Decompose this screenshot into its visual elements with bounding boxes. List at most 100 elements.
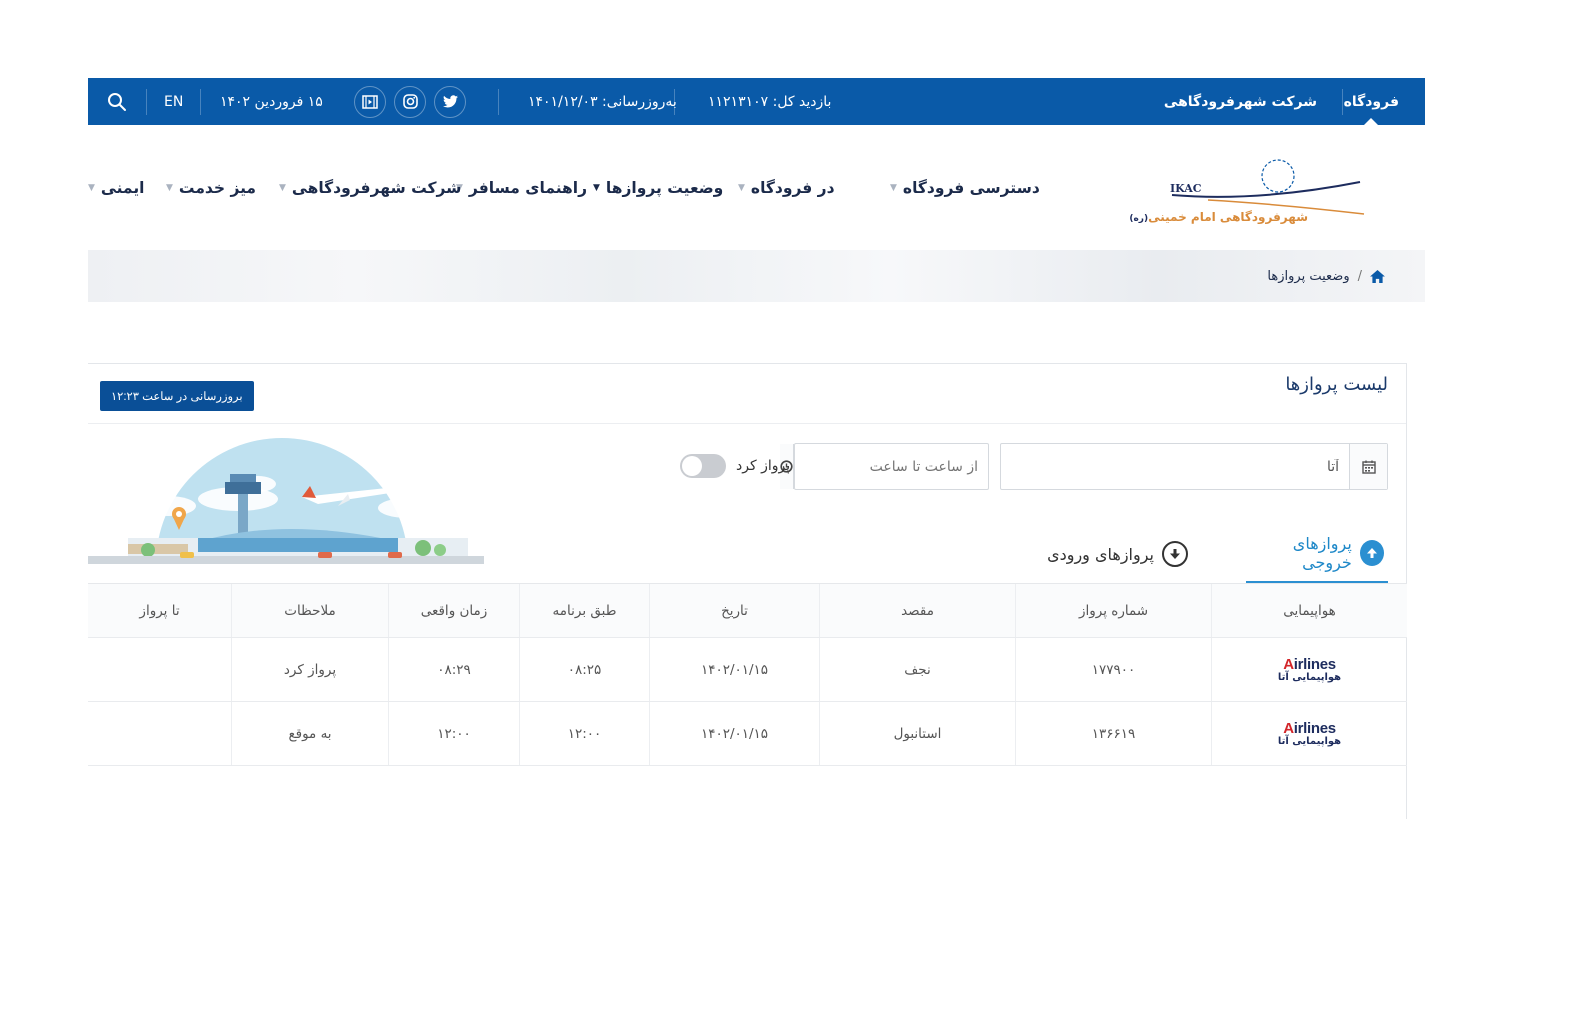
top-bar: EN ۱۵ فروردین ۱۴۰۲ به‌روزرسانی: ۱۴۰۱/۱: [88, 78, 1425, 125]
breadcrumb-current: وضعیت پروازها: [1267, 268, 1350, 284]
column-header-flight-number: شماره پرواز: [1015, 584, 1211, 637]
until-flight-cell: [88, 638, 231, 701]
breadcrumb-separator: /: [1357, 268, 1362, 284]
remarks-cell: به موقع: [231, 702, 388, 765]
visit-counter: بازدید کل: ۱۱۲۱۳۱۰۷: [708, 93, 832, 110]
flights-table: هواپیمایی شماره پرواز مقصد تاریخ طبق برن…: [88, 583, 1407, 766]
nav-label: ایمنی: [100, 179, 145, 197]
tab-departures[interactable]: پروازهای خروجی: [1246, 524, 1388, 584]
departed-toggle[interactable]: [680, 454, 726, 478]
logo-abbr: IKAC: [1170, 182, 1202, 195]
nav-airport-access[interactable]: ▼ دسترسی فرودگاه: [890, 170, 1040, 206]
airline-cell: Airlines هواپیمایی آتا: [1211, 702, 1407, 765]
airport-illustration: [88, 438, 484, 564]
topbar-airport-link[interactable]: فرودگاه: [1344, 78, 1399, 125]
until-flight-cell: [88, 702, 231, 765]
remarks-cell: پرواز کرد: [231, 638, 388, 701]
column-header-destination: مقصد: [819, 584, 1015, 637]
nav-label: وضعیت پروازها: [605, 179, 724, 197]
arrow-up-icon: [1359, 539, 1384, 566]
home-icon[interactable]: [1370, 269, 1385, 283]
nav-airport-city-company[interactable]: ▼ شرکت شهرفرودگاهی: [279, 170, 461, 206]
chevron-down-icon: ▼: [593, 183, 600, 193]
flight-number-cell: ۱۳۶۶۱۹: [1015, 702, 1211, 765]
time-range-input[interactable]: [794, 444, 988, 489]
nav-safety[interactable]: ▼ ایمنی: [88, 170, 144, 206]
search-button[interactable]: [104, 78, 130, 125]
nav-label: دسترسی فرودگاه: [902, 179, 1040, 197]
column-header-actual: زمان واقعی: [388, 584, 519, 637]
nav-in-airport[interactable]: ▼ در فرودگاه: [738, 170, 835, 206]
airline-logo-persian: هواپیمایی آتا: [1277, 735, 1342, 747]
logo-suffix: (ره): [1129, 214, 1149, 224]
airline-cell: Airlines هواپیمایی آتا: [1211, 638, 1407, 701]
flight-number-cell: ۱۷۷۹۰۰: [1015, 638, 1211, 701]
nav-label: شرکت شهرفرودگاهی: [291, 179, 462, 197]
search-input[interactable]: [1001, 444, 1349, 489]
divider: [674, 89, 675, 115]
chevron-down-icon: ▼: [88, 183, 95, 193]
flights-card: لیست پروازها بروزرسانی در ساعت ۱۲:۲۳ آتا…: [88, 363, 1407, 819]
chevron-down-icon: ▼: [890, 183, 897, 193]
column-header-airline: هواپیمایی: [1211, 584, 1407, 637]
tab-label: پروازهای ورودی: [1047, 544, 1154, 564]
column-header-date: تاریخ: [649, 584, 819, 637]
nav-label: راهنمای مسافر: [468, 179, 588, 197]
tab-arrivals[interactable]: پروازهای ورودی: [1047, 524, 1188, 584]
site-logo[interactable]: IKAC شهرفرودگاهی امام خمینی(ره): [1129, 140, 1378, 235]
chevron-down-icon: ▼: [738, 183, 745, 193]
aparat-icon: [362, 94, 378, 109]
table-row[interactable]: Airlines هواپیمایی آتا ۱۳۶۶۱۹ استانبول ۱…: [88, 702, 1407, 766]
destination-cell: استانبول: [819, 702, 1015, 765]
nav-passenger-guide[interactable]: ▼ راهنمای مسافر: [456, 170, 587, 206]
breadcrumb-banner: / وضعیت پروازها: [88, 250, 1425, 302]
actual-time-cell: ۰۸:۲۹: [388, 638, 519, 701]
departed-filter: پرواز کرد: [680, 453, 790, 479]
nav-flight-status[interactable]: ▼ وضعیت پروازها: [593, 170, 723, 206]
last-updated: به‌روزرسانی: ۱۴۰۱/۱۲/۰۳: [528, 93, 677, 110]
destination-cell: نجف: [819, 638, 1015, 701]
nav-label: در فرودگاه: [750, 179, 835, 197]
current-date: ۱۵ فروردین ۱۴۰۲: [220, 93, 323, 110]
twitter-link[interactable]: [434, 85, 466, 118]
topbar-company-link[interactable]: شرکت شهرفرودگاهی: [1164, 78, 1317, 125]
logo-name: شهرفرودگاهی امام خمینی: [1148, 210, 1308, 224]
column-header-until-flight: تا پرواز: [139, 602, 180, 619]
actual-time-cell: ۱۲:۰۰: [388, 702, 519, 765]
divider: [146, 89, 147, 115]
scheduled-time-cell: ۱۲:۰۰: [519, 702, 649, 765]
main-nav: ▼ دسترسی فرودگاه ▼ در فرودگاه ▼ وضعیت پر…: [88, 170, 1088, 206]
toggle-label: پرواز کرد: [736, 458, 791, 474]
divider: [498, 89, 499, 115]
tab-label: پروازهای خروجی: [1292, 533, 1352, 572]
search-icon: [108, 92, 126, 111]
flight-search-field: [1000, 443, 1388, 490]
instagram-link[interactable]: [394, 85, 426, 118]
table-header-row: هواپیمایی شماره پرواز مقصد تاریخ طبق برن…: [88, 584, 1407, 638]
language-switch[interactable]: EN: [164, 78, 183, 125]
divider: [88, 423, 1406, 424]
chevron-down-icon: ▼: [279, 183, 286, 193]
chevron-down-icon: ▼: [166, 183, 173, 193]
date-cell: ۱۴۰۲/۰۱/۱۵: [649, 638, 819, 701]
calendar-button[interactable]: [1349, 444, 1387, 489]
column-header-remarks: ملاحظات: [231, 584, 388, 637]
airline-logo-prefix: A: [1283, 655, 1294, 673]
time-range-field: [780, 443, 989, 490]
column-header-scheduled: طبق برنامه: [519, 584, 649, 637]
nav-service-desk[interactable]: ▼ میز خدمت: [166, 170, 256, 206]
airline-logo: Airlines هواپیمایی آتا: [1278, 721, 1341, 747]
airline-logo: Airlines هواپیمایی آتا: [1278, 657, 1341, 683]
date-cell: ۱۴۰۲/۰۱/۱۵: [649, 702, 819, 765]
breadcrumb: / وضعیت پروازها: [1267, 250, 1385, 302]
topbar-airport-label: فرودگاه: [1343, 93, 1399, 110]
airline-logo-prefix: A: [1283, 719, 1294, 737]
airline-logo-persian: هواپیمایی آتا: [1277, 671, 1342, 683]
airline-logo-rest: irlines: [1293, 655, 1336, 673]
table-row[interactable]: Airlines هواپیمایی آتا ۱۷۷۹۰۰ نجف ۱۴۰۲/۰…: [88, 638, 1407, 702]
refresh-button[interactable]: بروزرسانی در ساعت ۱۲:۲۳: [100, 381, 254, 411]
social-links: [354, 78, 466, 125]
toggle-knob: [682, 456, 702, 476]
airline-logo-rest: irlines: [1293, 719, 1336, 737]
aparat-link[interactable]: [354, 85, 386, 118]
